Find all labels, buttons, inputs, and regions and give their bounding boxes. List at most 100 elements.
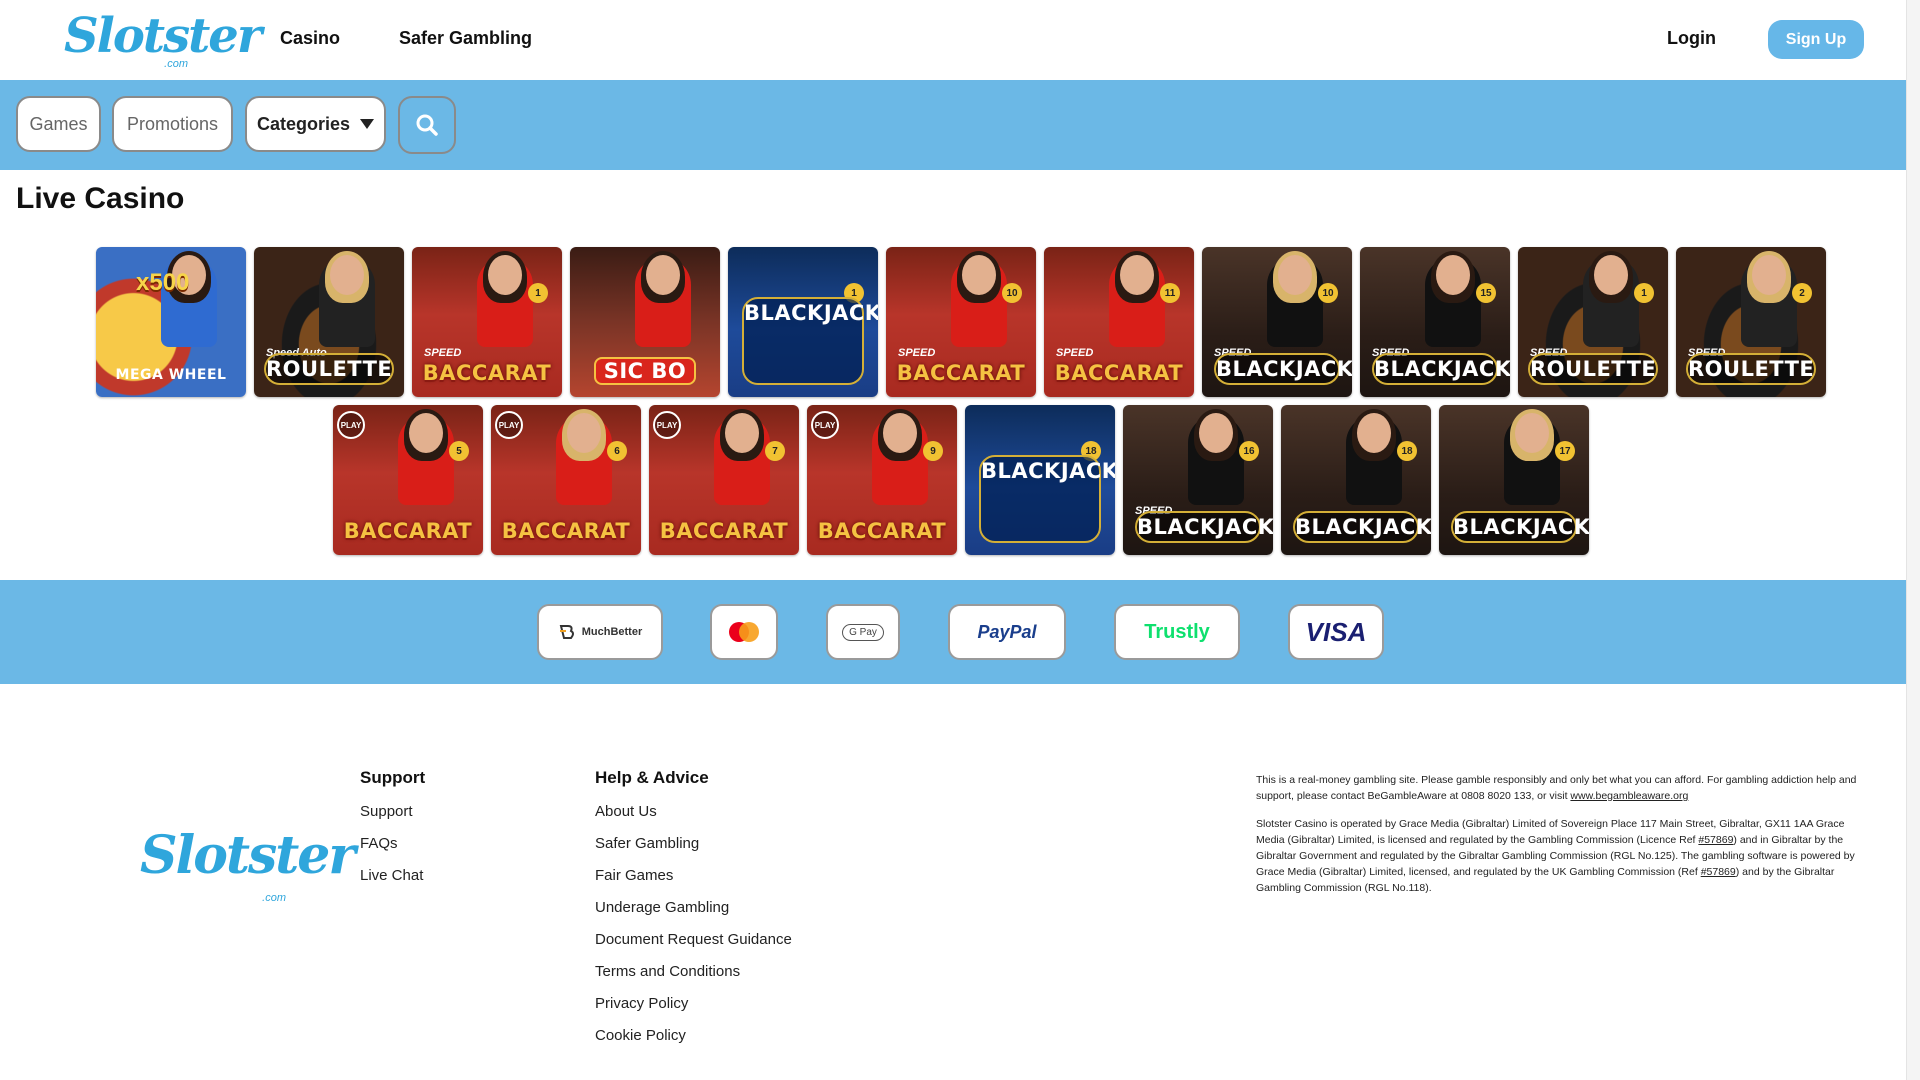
dealer-face xyxy=(1278,255,1312,295)
footer-link-document-request[interactable]: Document Request Guidance xyxy=(595,931,792,948)
logo-text: Slotster xyxy=(64,8,262,64)
footer-link-live-chat[interactable]: Live Chat xyxy=(360,867,423,884)
game-tile[interactable]: 2SPEEDROULETTE xyxy=(1676,247,1826,397)
table-number-badge: 17 xyxy=(1555,441,1575,461)
categories-label: Categories xyxy=(256,113,351,134)
game-tile[interactable]: SIC BO xyxy=(570,247,720,397)
play-badge-icon: PLAY xyxy=(337,411,365,439)
logo-sub: .com xyxy=(164,58,188,70)
dealer-face xyxy=(409,413,443,453)
payment-trustly[interactable]: Trustly xyxy=(1114,604,1240,660)
payment-mastercard[interactable] xyxy=(710,604,778,660)
table-number-badge: 11 xyxy=(1160,283,1180,303)
game-subtitle: SPEED xyxy=(898,347,936,359)
game-subtitle: SPEED xyxy=(424,347,462,359)
licence-ref-link[interactable]: #57869 xyxy=(1698,834,1733,846)
game-tile[interactable]: 16SPEEDBLACKJACK xyxy=(1123,405,1273,555)
table-number-badge: 2 xyxy=(1792,283,1812,303)
game-tile[interactable]: 17 BLACKJACK xyxy=(1439,405,1589,555)
dealer-face xyxy=(883,413,917,453)
table-number-badge: 1 xyxy=(1634,283,1654,303)
table-number-badge: 10 xyxy=(1002,283,1022,303)
game-title: SIC BO xyxy=(594,357,696,385)
footer-link-terms[interactable]: Terms and Conditions xyxy=(595,963,740,980)
game-title: BACCARAT xyxy=(896,361,1026,385)
play-badge-icon: PLAY xyxy=(653,411,681,439)
payment-muchbetter[interactable]: MuchBetter xyxy=(537,604,663,660)
help-heading: Help & Advice xyxy=(595,768,709,787)
table-number-badge: 7 xyxy=(765,441,785,461)
game-title: BACCARAT xyxy=(1054,361,1184,385)
table-number-badge: 15 xyxy=(1476,283,1496,303)
slotster-logo[interactable]: Slotster .com xyxy=(64,8,262,70)
footer-link-about-us[interactable]: About Us xyxy=(595,803,657,820)
legal-text: This is a real-money gambling site. Plea… xyxy=(1256,772,1868,908)
footer-link-support[interactable]: Support xyxy=(360,803,413,820)
table-number-badge: 18 xyxy=(1397,441,1417,461)
footer-link-underage-gambling[interactable]: Underage Gambling xyxy=(595,899,729,916)
footer-link-cookie[interactable]: Cookie Policy xyxy=(595,1027,686,1044)
categories-dropdown[interactable]: Categories xyxy=(245,96,386,152)
games-filter-button[interactable]: Games xyxy=(16,96,101,152)
game-tile[interactable]: PLAY 9 BACCARAT xyxy=(807,405,957,555)
muchbetter-icon xyxy=(559,625,574,639)
game-tile[interactable]: 10SPEEDBLACKJACK xyxy=(1202,247,1352,397)
game-title: BLACKJACK xyxy=(979,455,1115,543)
game-tile[interactable]: PLAY 5 BACCARAT xyxy=(333,405,483,555)
visa-label: VISA xyxy=(1305,616,1367,647)
nav-safer-gambling[interactable]: Safer Gambling xyxy=(399,28,532,49)
footer-link-safer-gambling[interactable]: Safer Gambling xyxy=(595,835,699,852)
payment-paypal[interactable]: PayPal xyxy=(948,604,1066,660)
game-tile[interactable]: 15SPEEDBLACKJACK xyxy=(1360,247,1510,397)
table-number-badge: 10 xyxy=(1318,283,1338,303)
footer-logo-sub: .com xyxy=(262,892,286,904)
dealer-face xyxy=(725,413,759,453)
dealer-face xyxy=(1120,255,1154,295)
dealer-face xyxy=(1594,255,1628,295)
dealer-face xyxy=(1752,255,1786,295)
game-title: BACCARAT xyxy=(501,519,631,543)
search-button[interactable] xyxy=(398,96,456,154)
game-tile[interactable]: PLAY 6 BACCARAT xyxy=(491,405,641,555)
payment-visa[interactable]: VISA xyxy=(1288,604,1384,660)
payment-google-pay[interactable]: G Pay xyxy=(826,604,900,660)
game-tile[interactable]: PLAY 7 BACCARAT xyxy=(649,405,799,555)
game-tile[interactable]: 1 SPEED BACCARAT xyxy=(412,247,562,397)
ukgc-ref-link[interactable]: #57869 xyxy=(1701,866,1736,878)
paypal-label: PayPal xyxy=(977,621,1037,642)
game-title: ROULETTE xyxy=(264,353,394,385)
table-number-badge: 9 xyxy=(923,441,943,461)
gpay-label: G Pay xyxy=(842,623,884,641)
game-tile[interactable]: 18 BLACKJACK xyxy=(965,405,1115,555)
section-title: Live Casino xyxy=(16,182,185,215)
muchbetter-label: MuchBetter xyxy=(581,626,643,638)
footer-link-fair-games[interactable]: Fair Games xyxy=(595,867,673,884)
game-subtitle: SPEED xyxy=(1056,347,1094,359)
footer-logo[interactable]: Slotster .com xyxy=(140,830,356,905)
game-tile[interactable]: 1 BLACKJACK xyxy=(728,247,878,397)
game-title: BLACKJACK xyxy=(1214,353,1352,385)
footer-link-faqs[interactable]: FAQs xyxy=(360,835,398,852)
game-tile[interactable]: 1SPEEDROULETTE xyxy=(1518,247,1668,397)
game-tile[interactable]: Speed AutoROULETTE xyxy=(254,247,404,397)
game-subtitle: x500 xyxy=(136,269,190,296)
footer-link-privacy[interactable]: Privacy Policy xyxy=(595,995,688,1012)
game-tile[interactable]: 11 SPEED BACCARAT xyxy=(1044,247,1194,397)
game-title: BACCARAT xyxy=(343,519,473,543)
dealer-face xyxy=(962,255,996,295)
play-badge-icon: PLAY xyxy=(811,411,839,439)
game-title: BLACKJACK xyxy=(742,297,878,385)
begambleaware-link[interactable]: www.begambleaware.org xyxy=(1570,790,1688,802)
game-tile[interactable]: 18 BLACKJACK xyxy=(1281,405,1431,555)
game-title: MEGA WHEEL xyxy=(115,367,227,383)
search-icon xyxy=(416,114,438,136)
game-tile[interactable]: 10 SPEED BACCARAT xyxy=(886,247,1036,397)
login-link[interactable]: Login xyxy=(1667,28,1716,49)
scrollbar[interactable] xyxy=(1906,0,1920,1080)
game-tile[interactable]: x500 MEGA WHEEL xyxy=(96,247,246,397)
sign-up-button[interactable]: Sign Up xyxy=(1768,20,1864,59)
promotions-filter-button[interactable]: Promotions xyxy=(112,96,233,152)
nav-casino[interactable]: Casino xyxy=(280,28,340,49)
play-badge-icon: PLAY xyxy=(495,411,523,439)
game-title: BLACKJACK xyxy=(1135,511,1273,543)
